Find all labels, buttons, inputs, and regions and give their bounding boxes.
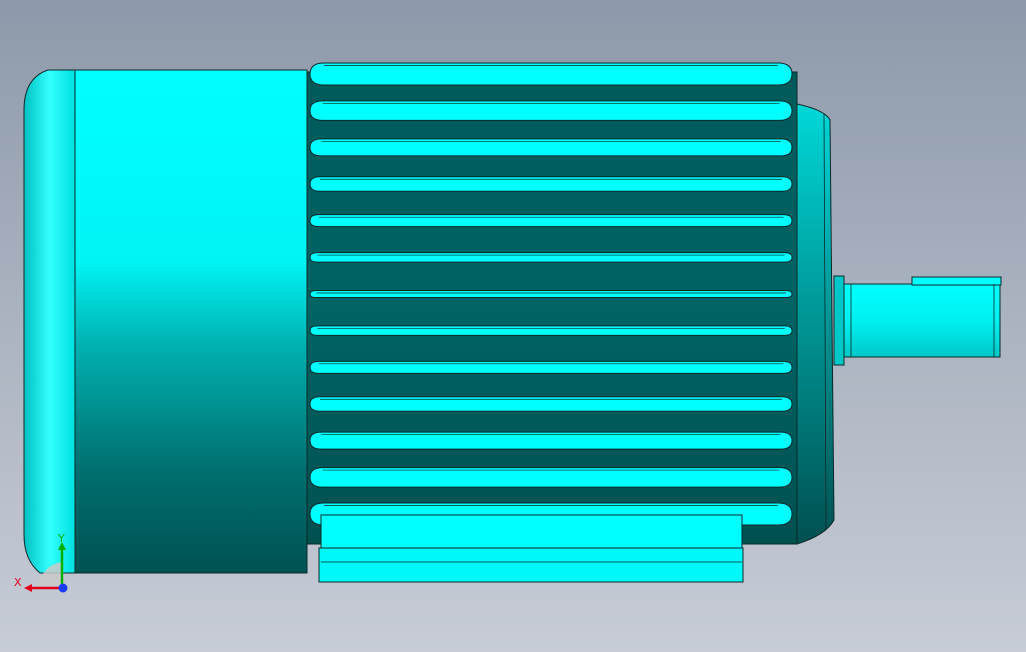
cooling-fin xyxy=(309,100,793,121)
cooling-fin xyxy=(309,62,793,86)
shaft-collar xyxy=(833,275,845,366)
cooling-fin xyxy=(309,214,793,228)
fan-cover-body xyxy=(74,69,308,574)
cooling-fin xyxy=(309,325,793,336)
cooling-fin xyxy=(309,467,793,488)
y-axis-label: Y xyxy=(58,532,65,545)
motor-3d-model[interactable] xyxy=(0,0,1026,652)
cooling-fin xyxy=(309,360,793,374)
cooling-fin xyxy=(309,290,793,298)
x-axis-arrowhead-icon xyxy=(24,584,32,592)
foot-base xyxy=(318,547,744,583)
end-shield[interactable] xyxy=(796,103,835,545)
foot-upper xyxy=(320,514,743,549)
z-axis-dot-icon xyxy=(58,583,68,593)
mounting-foot[interactable] xyxy=(318,514,744,583)
coordinate-triad-icon: Y X xyxy=(14,532,74,596)
triad-plane-icon xyxy=(36,562,62,588)
shaft-key xyxy=(911,276,1002,286)
cad-graphics-viewport[interactable]: Y X xyxy=(0,0,1026,652)
cooling-fin xyxy=(309,252,793,263)
shaft-body xyxy=(843,283,1001,358)
fan-cover-rim xyxy=(23,69,76,574)
fan-cover[interactable] xyxy=(23,69,308,574)
shaft[interactable] xyxy=(833,275,1002,366)
end-shield-body xyxy=(796,103,835,545)
x-axis-label: X xyxy=(14,576,22,589)
